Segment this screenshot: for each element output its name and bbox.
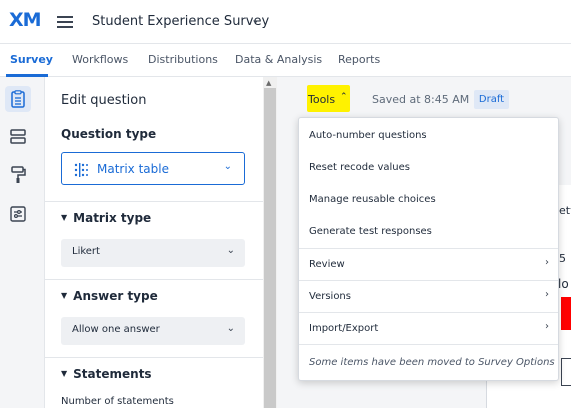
- question-type-select[interactable]: Matrix table ⌄: [61, 152, 245, 185]
- divider: [45, 279, 263, 280]
- draft-badge: Draft: [474, 90, 509, 109]
- answer-type-select[interactable]: Allow one answer ⌄: [61, 317, 245, 345]
- tab-survey[interactable]: Survey: [10, 53, 53, 66]
- menu-separator: [299, 280, 558, 281]
- chevron-down-icon: ⌄: [226, 245, 235, 256]
- chevron-right-icon: ›: [545, 289, 549, 300]
- tab-distributions[interactable]: Distributions: [148, 53, 218, 66]
- collapse-triangle-icon: ▼: [61, 291, 68, 300]
- chevron-down-icon: ⌄: [226, 323, 235, 334]
- blocks-icon[interactable]: [5, 124, 31, 150]
- answer-type-value: Allow one answer: [72, 324, 160, 335]
- menu-note: Some items have been moved to Survey Opt…: [309, 357, 555, 368]
- xm-logo[interactable]: XM: [9, 9, 42, 31]
- statements-header[interactable]: ▼ Statements: [61, 367, 152, 381]
- menu-item-manage-reusable[interactable]: Manage reusable choices: [309, 194, 436, 205]
- paint-roller-icon[interactable]: [5, 162, 31, 188]
- question-type-value: Matrix table: [97, 162, 169, 176]
- tab-workflows[interactable]: Workflows: [72, 53, 128, 66]
- tab-reports[interactable]: Reports: [338, 53, 380, 66]
- answer-type-label: Answer type: [73, 289, 158, 303]
- menu-separator: [299, 248, 558, 249]
- red-block: [561, 297, 571, 330]
- menu-separator: [299, 312, 558, 313]
- menu-item-generate-test-responses[interactable]: Generate test responses: [309, 226, 432, 237]
- divider: [45, 201, 263, 202]
- matrix-type-value: Likert: [72, 246, 100, 257]
- scroll-up-arrow-icon[interactable]: ▲: [266, 79, 271, 87]
- collapse-triangle-icon: ▼: [61, 369, 68, 378]
- hamburger-menu-icon[interactable]: [57, 16, 73, 28]
- panel-title: Edit question: [61, 93, 147, 108]
- question-card-box: [561, 358, 571, 386]
- survey-icon[interactable]: [5, 86, 31, 112]
- chevron-right-icon: ›: [545, 257, 549, 268]
- scrollbar-thumb[interactable]: [264, 88, 276, 408]
- menu-separator: [299, 344, 558, 345]
- matrix-table-icon: [74, 162, 88, 177]
- tab-bar: Survey Workflows Distributions Data & An…: [0, 44, 571, 77]
- top-bar: XM Student Experience Survey ⌄: [0, 0, 571, 44]
- question-card-text: 5: [559, 252, 566, 265]
- statements-label: Statements: [73, 367, 152, 381]
- menu-item-import-export[interactable]: Import/Export: [309, 323, 378, 334]
- chevron-right-icon: ›: [545, 321, 549, 332]
- question-card-text: ety: [559, 204, 571, 217]
- divider: [45, 357, 263, 358]
- answer-type-header[interactable]: ▼ Answer type: [61, 289, 158, 303]
- menu-item-auto-number[interactable]: Auto-number questions: [309, 130, 427, 141]
- question-card-text: lo: [558, 277, 569, 291]
- survey-options-icon[interactable]: [5, 201, 31, 227]
- matrix-type-label: Matrix type: [73, 211, 152, 225]
- chevron-down-icon[interactable]: ⌄: [251, 13, 260, 26]
- matrix-type-select[interactable]: Likert ⌄: [61, 239, 245, 267]
- matrix-type-header[interactable]: ▼ Matrix type: [61, 211, 151, 225]
- menu-item-review[interactable]: Review: [309, 259, 345, 270]
- left-rail: [0, 77, 45, 408]
- chevron-up-icon[interactable]: ⌃: [340, 92, 348, 102]
- saved-status: Saved at 8:45 AM: [372, 93, 470, 106]
- question-type-label: Question type: [61, 127, 157, 141]
- tools-menu: Auto-number questions Reset recode value…: [298, 117, 559, 381]
- menu-item-reset-recode[interactable]: Reset recode values: [309, 162, 410, 173]
- edit-question-panel: Edit question Question type Matrix table…: [45, 77, 263, 408]
- chevron-down-icon: ⌄: [223, 161, 232, 172]
- number-of-statements-label: Number of statements: [61, 396, 174, 407]
- survey-title[interactable]: Student Experience Survey: [92, 14, 269, 29]
- collapse-triangle-icon: ▼: [61, 213, 68, 222]
- menu-item-versions[interactable]: Versions: [309, 291, 351, 302]
- tab-data-analysis[interactable]: Data & Analysis: [235, 53, 322, 66]
- tools-label[interactable]: Tools: [308, 93, 335, 106]
